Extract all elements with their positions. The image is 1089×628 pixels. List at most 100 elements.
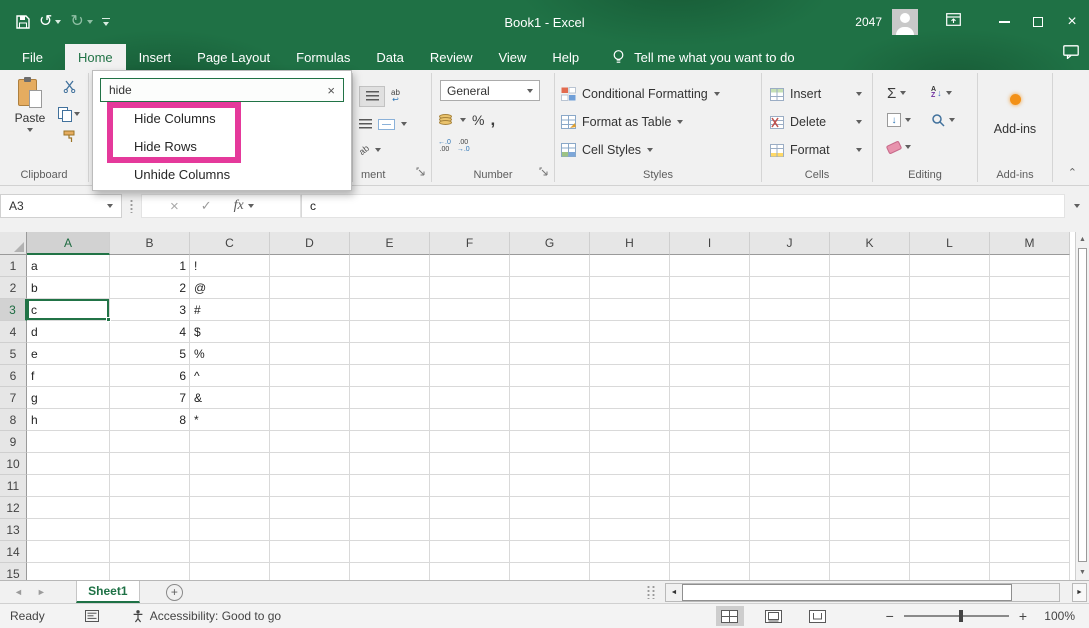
cell-J10[interactable] bbox=[750, 453, 830, 475]
cell-A7[interactable]: g bbox=[27, 387, 110, 409]
cell-H1[interactable] bbox=[590, 255, 670, 277]
vertical-scroll-thumb[interactable] bbox=[1078, 248, 1087, 562]
cell-K2[interactable] bbox=[830, 277, 910, 299]
cell-J11[interactable] bbox=[750, 475, 830, 497]
formula-bar-drag-handle[interactable] bbox=[130, 199, 133, 213]
cell-L4[interactable] bbox=[910, 321, 990, 343]
delete-cells-button[interactable]: Delete bbox=[770, 110, 862, 134]
enter-icon[interactable]: ✓ bbox=[201, 198, 212, 214]
cell-M5[interactable] bbox=[990, 343, 1070, 365]
minimize-button[interactable] bbox=[987, 0, 1021, 44]
cell-D8[interactable] bbox=[270, 409, 350, 431]
cancel-icon[interactable]: × bbox=[170, 198, 179, 215]
column-header-A[interactable]: A bbox=[27, 232, 110, 255]
row-header-5[interactable]: 5 bbox=[0, 343, 27, 365]
cell-G14[interactable] bbox=[510, 541, 590, 563]
addins-button[interactable] bbox=[978, 94, 1052, 105]
cell-L6[interactable] bbox=[910, 365, 990, 387]
column-header-E[interactable]: E bbox=[350, 232, 430, 255]
cell-J14[interactable] bbox=[750, 541, 830, 563]
cell-C3[interactable]: # bbox=[190, 299, 270, 321]
cell-K9[interactable] bbox=[830, 431, 910, 453]
cell-H7[interactable] bbox=[590, 387, 670, 409]
cell-E13[interactable] bbox=[350, 519, 430, 541]
tab-review[interactable]: Review bbox=[417, 44, 486, 70]
cell-I14[interactable] bbox=[670, 541, 750, 563]
collapse-ribbon-icon[interactable]: ⌃ bbox=[1068, 166, 1077, 179]
copy-button[interactable] bbox=[58, 107, 80, 121]
cell-I9[interactable] bbox=[670, 431, 750, 453]
alignment-dialog-launcher[interactable] bbox=[416, 163, 425, 181]
row-header-8[interactable]: 8 bbox=[0, 409, 27, 431]
cell-A13[interactable] bbox=[27, 519, 110, 541]
cell-E1[interactable] bbox=[350, 255, 430, 277]
align-left-button[interactable] bbox=[359, 86, 385, 107]
cell-K6[interactable] bbox=[830, 365, 910, 387]
cell-M2[interactable] bbox=[990, 277, 1070, 299]
cell-I11[interactable] bbox=[670, 475, 750, 497]
cell-E15[interactable] bbox=[350, 563, 430, 580]
cell-L9[interactable] bbox=[910, 431, 990, 453]
cell-K11[interactable] bbox=[830, 475, 910, 497]
search-result-unhide-columns[interactable]: Unhide Columns bbox=[93, 161, 351, 189]
row-header-4[interactable]: 4 bbox=[0, 321, 27, 343]
column-header-F[interactable]: F bbox=[430, 232, 510, 255]
cell-L13[interactable] bbox=[910, 519, 990, 541]
cell-A12[interactable] bbox=[27, 497, 110, 519]
cell-M14[interactable] bbox=[990, 541, 1070, 563]
cell-H12[interactable] bbox=[590, 497, 670, 519]
cell-C5[interactable]: % bbox=[190, 343, 270, 365]
zoom-level[interactable]: 100% bbox=[1037, 609, 1075, 623]
cell-H9[interactable] bbox=[590, 431, 670, 453]
cell-J5[interactable] bbox=[750, 343, 830, 365]
cell-F11[interactable] bbox=[430, 475, 510, 497]
column-header-I[interactable]: I bbox=[670, 232, 750, 255]
cell-E5[interactable] bbox=[350, 343, 430, 365]
sheet-nav-left-icon[interactable]: ◄ bbox=[14, 587, 23, 597]
row-header-6[interactable]: 6 bbox=[0, 365, 27, 387]
horizontal-scrollbar[interactable]: ◄ bbox=[665, 583, 1060, 602]
cell-J7[interactable] bbox=[750, 387, 830, 409]
cell-D1[interactable] bbox=[270, 255, 350, 277]
cell-L7[interactable] bbox=[910, 387, 990, 409]
cut-button[interactable] bbox=[63, 80, 76, 98]
cell-G15[interactable] bbox=[510, 563, 590, 580]
cell-D2[interactable] bbox=[270, 277, 350, 299]
row-header-12[interactable]: 12 bbox=[0, 497, 27, 519]
cell-H5[interactable] bbox=[590, 343, 670, 365]
column-header-H[interactable]: H bbox=[590, 232, 670, 255]
cell-A6[interactable]: f bbox=[27, 365, 110, 387]
align-center-icon[interactable] bbox=[359, 119, 372, 129]
chevron-down-icon[interactable] bbox=[27, 128, 33, 132]
cell-F8[interactable] bbox=[430, 409, 510, 431]
cell-M11[interactable] bbox=[990, 475, 1070, 497]
addins-button-label[interactable]: Add-ins bbox=[978, 122, 1052, 136]
cell-K12[interactable] bbox=[830, 497, 910, 519]
cell-M13[interactable] bbox=[990, 519, 1070, 541]
cell-G12[interactable] bbox=[510, 497, 590, 519]
cell-A11[interactable] bbox=[27, 475, 110, 497]
ribbon-display-options-button[interactable] bbox=[946, 13, 961, 31]
cell-I5[interactable] bbox=[670, 343, 750, 365]
cell-C9[interactable] bbox=[190, 431, 270, 453]
cell-H10[interactable] bbox=[590, 453, 670, 475]
cell-H4[interactable] bbox=[590, 321, 670, 343]
cell-A1[interactable]: a bbox=[27, 255, 110, 277]
row-header-10[interactable]: 10 bbox=[0, 453, 27, 475]
cell-F14[interactable] bbox=[430, 541, 510, 563]
column-header-M[interactable]: M bbox=[990, 232, 1070, 255]
cell-J9[interactable] bbox=[750, 431, 830, 453]
cell-L3[interactable] bbox=[910, 299, 990, 321]
cell-J6[interactable] bbox=[750, 365, 830, 387]
cell-G11[interactable] bbox=[510, 475, 590, 497]
cell-M10[interactable] bbox=[990, 453, 1070, 475]
cell-A15[interactable] bbox=[27, 563, 110, 580]
row-header-3[interactable]: 3 bbox=[0, 299, 27, 321]
decrease-decimal-button[interactable]: .00→.0 bbox=[457, 139, 470, 153]
cell-C8[interactable]: * bbox=[190, 409, 270, 431]
cell-D10[interactable] bbox=[270, 453, 350, 475]
new-sheet-button[interactable]: + bbox=[166, 584, 183, 601]
cell-H15[interactable] bbox=[590, 563, 670, 580]
cell-F13[interactable] bbox=[430, 519, 510, 541]
select-all-corner[interactable] bbox=[0, 232, 27, 255]
